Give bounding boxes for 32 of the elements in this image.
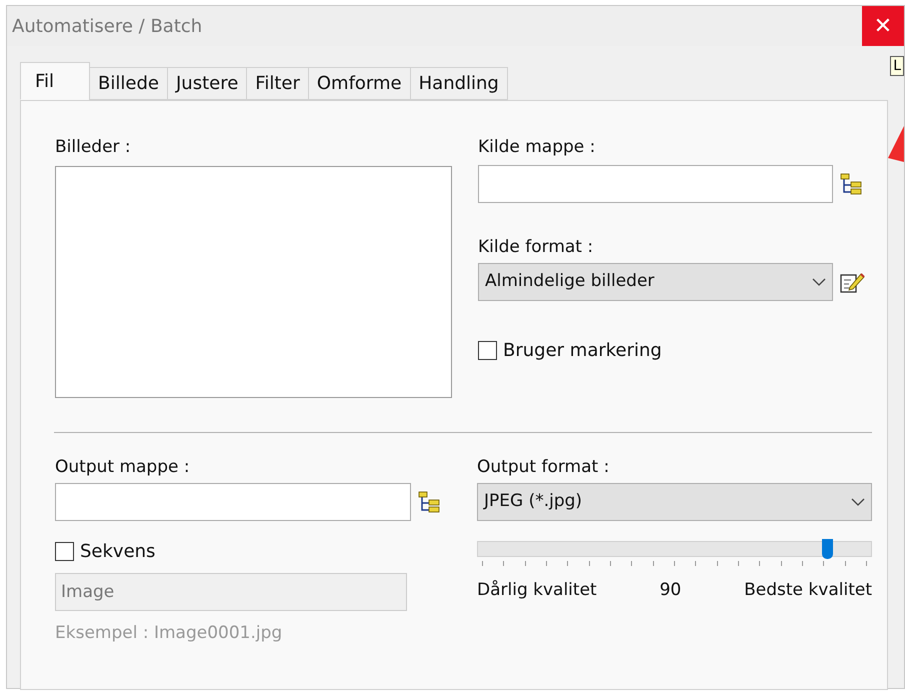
chevron-down-icon bbox=[851, 498, 865, 506]
output-format-label: Output format : bbox=[477, 456, 610, 478]
tab[interactable]: Justere bbox=[166, 67, 248, 100]
checkbox[interactable] bbox=[55, 542, 74, 561]
tab[interactable]: Billede bbox=[89, 67, 168, 100]
tab[interactable]: Omforme bbox=[308, 67, 411, 100]
slider-thumb[interactable] bbox=[822, 539, 833, 559]
source-folder-field[interactable] bbox=[478, 164, 833, 202]
checkbox[interactable] bbox=[478, 341, 497, 360]
tab[interactable]: Handling bbox=[410, 67, 508, 100]
chevron-down-icon bbox=[812, 278, 826, 286]
output-folder-field[interactable] bbox=[55, 483, 411, 521]
window-title: Automatisere / Batch bbox=[12, 14, 204, 38]
checkbox-label: Sekvens bbox=[80, 540, 156, 564]
output-format-dropdown[interactable]: JPEG (*.jpg) bbox=[477, 483, 872, 521]
source-format-dropdown[interactable]: Almindelige billeder bbox=[478, 263, 833, 301]
tab[interactable]: Fil bbox=[20, 62, 90, 100]
tooltip: L bbox=[890, 56, 904, 76]
output-folder-label: Output mappe : bbox=[55, 456, 191, 478]
images-label: Billeder : bbox=[55, 136, 132, 159]
low-quality-label: Dårlig kvalitet bbox=[477, 579, 597, 602]
source-format-label: Kilde format : bbox=[478, 236, 594, 258]
high-quality-label: Bedste kvalitet bbox=[744, 579, 872, 602]
quality-value: 90 bbox=[660, 579, 682, 602]
tab[interactable]: Filter bbox=[246, 67, 309, 100]
sequence-name-field[interactable]: Image bbox=[55, 573, 407, 611]
quality-slider[interactable] bbox=[477, 541, 872, 566]
example-text: Eksempel : Image0001.jpg bbox=[55, 622, 284, 645]
pointer-arrow-icon bbox=[888, 126, 904, 162]
checkbox-label: Bruger markering bbox=[503, 339, 662, 363]
close-button[interactable]: ✕ bbox=[862, 6, 904, 46]
source-folder-label: Kilde mappe : bbox=[478, 136, 596, 159]
